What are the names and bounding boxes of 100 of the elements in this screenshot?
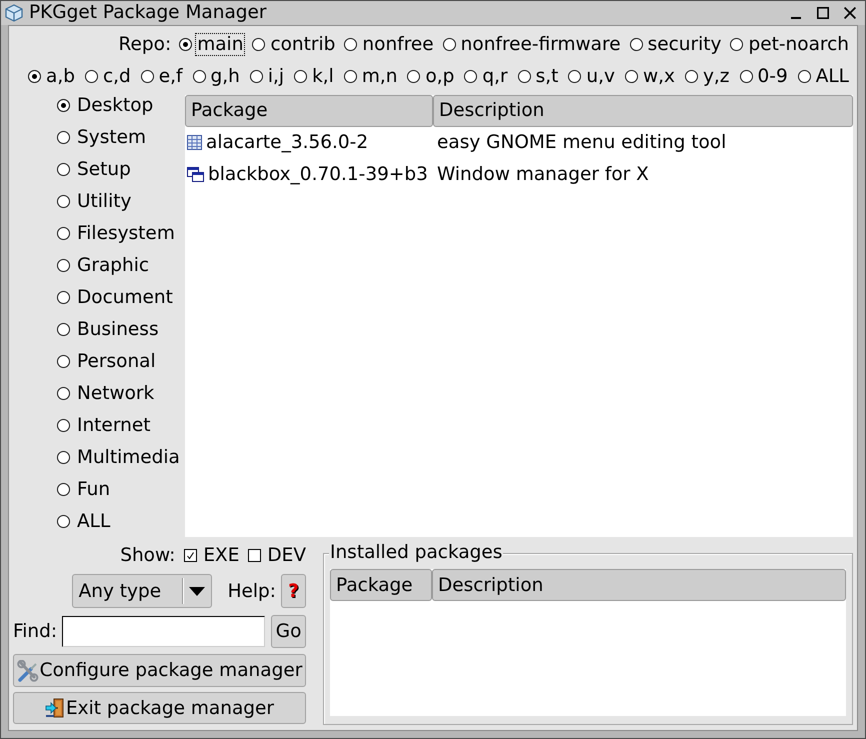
radio-label[interactable]: main	[195, 33, 246, 56]
radio-label[interactable]: Document	[75, 286, 175, 310]
radio-button[interactable]	[57, 131, 70, 144]
go-button[interactable]: Go	[271, 615, 306, 648]
radio-button[interactable]	[84, 70, 98, 84]
grid-icon	[187, 135, 202, 150]
radio-button[interactable]	[57, 227, 70, 240]
radio-button[interactable]	[730, 38, 744, 52]
radio-button[interactable]	[630, 38, 643, 52]
radio-button[interactable]	[140, 70, 154, 84]
radio-button[interactable]	[57, 163, 70, 176]
radio-label[interactable]: Graphic	[75, 254, 152, 278]
find-field[interactable]	[62, 616, 266, 648]
radio-button[interactable]	[57, 387, 70, 400]
repo-label: Repo:	[118, 34, 172, 56]
radio-label[interactable]: Utility	[75, 190, 134, 214]
configure-button[interactable]: Configure package manager	[13, 654, 306, 688]
radio-label[interactable]: Multimedia	[75, 446, 182, 470]
radio-button[interactable]	[57, 419, 70, 432]
window-title: PKGget Package Manager	[29, 2, 267, 24]
show-checkbox[interactable]: DEV	[248, 544, 306, 566]
radio-button[interactable]	[624, 70, 638, 84]
radio-label[interactable]: ALL	[814, 65, 851, 88]
type-dropdown[interactable]: Any type	[72, 574, 212, 608]
radio-label[interactable]: u,v	[584, 65, 617, 88]
radio-label[interactable]: k,l	[310, 65, 336, 88]
column-header[interactable]: Package	[185, 94, 433, 127]
show-label: Show:	[120, 544, 176, 566]
radio-button[interactable]	[57, 451, 70, 464]
radio-button[interactable]	[179, 38, 192, 52]
help-label: Help:	[228, 580, 276, 602]
radio-label[interactable]: Internet	[75, 414, 152, 438]
close-icon	[844, 7, 856, 19]
radio-label[interactable]: Setup	[75, 158, 133, 182]
table-cell: alacarte_3.56.0-2	[206, 132, 368, 154]
radio-button[interactable]	[57, 291, 70, 304]
table-cell: Window manager for X	[437, 164, 649, 186]
radio-button[interactable]	[57, 259, 70, 272]
radio-button[interactable]	[28, 70, 41, 84]
radio-label[interactable]: Desktop	[75, 94, 156, 118]
table-cell: easy GNOME menu editing tool	[437, 132, 726, 154]
radio-label[interactable]: i,j	[266, 65, 286, 88]
radio-button[interactable]	[344, 70, 357, 84]
radio-button[interactable]	[740, 70, 752, 84]
radio-button[interactable]	[252, 38, 266, 52]
close-button[interactable]	[841, 4, 859, 22]
radio-label[interactable]: security	[646, 33, 724, 56]
show-checkbox[interactable]: EXE	[184, 544, 240, 566]
radio-button[interactable]	[57, 195, 70, 208]
column-header[interactable]: Description	[433, 94, 853, 127]
radio-label[interactable]: a,b	[44, 65, 77, 88]
radio-label[interactable]: Personal	[75, 350, 158, 374]
radio-button[interactable]	[57, 483, 70, 496]
minimize-icon	[791, 17, 801, 19]
radio-label[interactable]: q,r	[480, 65, 510, 88]
radio-label[interactable]: nonfree-firmware	[458, 33, 623, 56]
tools-icon	[16, 660, 39, 682]
radio-button[interactable]	[798, 70, 811, 84]
radio-button[interactable]	[442, 38, 456, 52]
radio-label[interactable]: m,n	[360, 65, 400, 88]
exit-button[interactable]: Exit package manager	[13, 692, 306, 724]
radio-button[interactable]	[407, 70, 420, 84]
door-arrow-icon	[44, 698, 65, 718]
radio-label[interactable]: 0-9	[756, 65, 790, 88]
caret-icon	[188, 586, 205, 596]
radio-label[interactable]: Network	[75, 382, 156, 406]
radio-label[interactable]: ALL	[75, 510, 112, 534]
radio-label[interactable]: pet-noarch	[746, 33, 851, 56]
radio-label[interactable]: c,d	[100, 65, 133, 88]
radio-label[interactable]: o,p	[423, 65, 456, 88]
radio-button[interactable]	[568, 70, 582, 84]
radio-button[interactable]	[344, 38, 358, 52]
column-header[interactable]: Description	[432, 569, 846, 602]
radio-button[interactable]	[57, 323, 70, 336]
radio-button[interactable]	[57, 99, 70, 112]
table-cell: blackbox_0.70.1-39+b3	[208, 164, 428, 186]
column-header[interactable]: Package	[330, 569, 432, 602]
maximize-icon	[817, 7, 829, 19]
radio-label[interactable]: w,x	[640, 65, 677, 88]
radio-label[interactable]: contrib	[268, 33, 338, 56]
radio-label[interactable]: System	[75, 126, 148, 150]
radio-button[interactable]	[250, 70, 263, 84]
radio-label[interactable]: s,t	[534, 65, 560, 88]
radio-label[interactable]: Filesystem	[75, 222, 177, 246]
radio-button[interactable]	[294, 70, 308, 84]
radio-label[interactable]: y,z	[700, 65, 732, 88]
radio-label[interactable]: g,h	[208, 65, 242, 88]
group-title: Installed packages	[329, 542, 504, 564]
radio-label[interactable]: nonfree	[360, 33, 436, 56]
radio-button[interactable]	[57, 515, 70, 528]
radio-button[interactable]	[518, 70, 531, 84]
radio-button[interactable]	[57, 355, 70, 368]
radio-label[interactable]: Business	[75, 318, 161, 342]
radio-button[interactable]	[464, 70, 478, 84]
find-label: Find:	[13, 621, 58, 642]
radio-button[interactable]	[192, 70, 206, 84]
radio-label[interactable]: Fun	[75, 478, 112, 502]
radio-label[interactable]: e,f	[156, 65, 185, 88]
radio-button[interactable]	[684, 70, 698, 84]
maximize-button[interactable]	[814, 4, 832, 22]
